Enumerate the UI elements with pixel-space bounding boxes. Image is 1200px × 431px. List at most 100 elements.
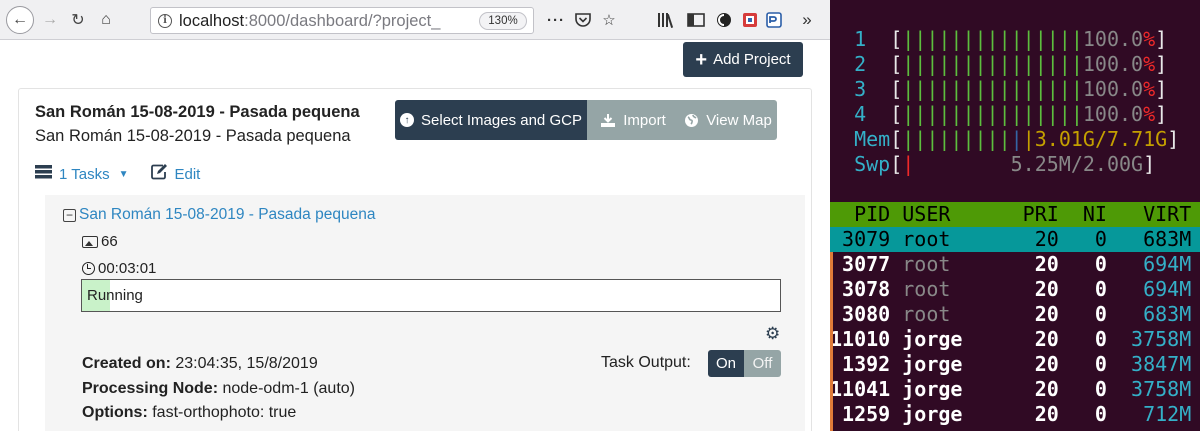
collapse-icon[interactable]: −: [63, 208, 76, 222]
tasks-list-icon: [35, 165, 52, 183]
meter-bracket: [: [890, 77, 903, 101]
extension-icon[interactable]: [714, 8, 734, 32]
process-priority: 20: [998, 277, 1059, 301]
cpu-id: 1: [830, 27, 891, 51]
process-user: root: [902, 227, 999, 251]
zoom-level-button[interactable]: 130%: [479, 12, 527, 30]
process-pid: 11041: [830, 377, 903, 401]
process-priority: 20: [998, 327, 1059, 351]
cpu-bar: |||||||||||||||: [902, 52, 1083, 76]
forward-arrow-icon[interactable]: →: [38, 8, 62, 32]
dashboard-page: + Add Project San Román 15-08-2019 - Pas…: [0, 40, 830, 431]
task-output-toggle[interactable]: On Off: [708, 350, 781, 377]
meter-bracket: ]: [1155, 52, 1168, 76]
meter-bracket: ]: [1155, 27, 1168, 51]
task-header[interactable]: − San Román 15-08-2019 - Pasada pequena: [63, 206, 375, 224]
url-bar[interactable]: i localhost:8000/dashboard/?project_ 130…: [150, 7, 534, 34]
process-row[interactable]: 1259 jorge 20 0 712M: [830, 402, 1200, 427]
task-output-on-button[interactable]: On: [708, 350, 744, 377]
more-dots-icon[interactable]: ···: [544, 8, 568, 32]
project-title: San Román 15-08-2019 - Pasada pequena: [35, 103, 360, 121]
process-priority: 20: [998, 352, 1059, 376]
task-panel: − San Román 15-08-2019 - Pasada pequena …: [45, 195, 805, 431]
add-project-button[interactable]: + Add Project: [683, 42, 803, 77]
meter-bracket: [: [890, 127, 903, 151]
image-icon: [82, 235, 98, 248]
elapsed-time: 00:03:01: [98, 260, 157, 277]
process-priority: 20: [998, 302, 1059, 326]
select-images-button[interactable]: ↑ Select Images and GCP: [395, 100, 587, 140]
url-host: localhost: [179, 12, 245, 30]
mem-value: 3.01G/7.71G: [1034, 127, 1168, 151]
process-priority: 20: [998, 377, 1059, 401]
back-arrow-icon[interactable]: ←: [6, 6, 34, 34]
project-links: 1 Tasks ▼ Edit: [35, 163, 200, 185]
meter-bracket: ]: [1143, 152, 1156, 176]
task-name-link[interactable]: San Román 15-08-2019 - Pasada pequena: [79, 206, 375, 224]
process-row[interactable]: 11041 jorge 20 0 3758M: [830, 377, 1200, 402]
options-label: Options:: [82, 404, 148, 421]
process-pid: 3078: [830, 277, 903, 301]
process-nice: 0: [1058, 252, 1107, 276]
terminal-edge-strip: [830, 252, 833, 431]
browser-window: ← → ↻ ⌂ i localhost:8000/dashboard/?proj…: [0, 0, 830, 431]
cpu-meter-row: 1 [|||||||||||||||100.0%]: [830, 27, 1200, 52]
info-icon[interactable]: i: [158, 14, 172, 28]
extension-icon[interactable]: [764, 8, 784, 32]
extension-icon[interactable]: [740, 8, 760, 32]
cpu-bar: |||||||||||||||: [902, 77, 1083, 101]
process-pid: 1259: [830, 402, 903, 426]
meter-bracket: [: [890, 152, 903, 176]
process-row[interactable]: 3077 root 20 0 694M: [830, 252, 1200, 277]
gear-icon[interactable]: ⚙: [765, 325, 781, 342]
process-row[interactable]: 3080 root 20 0 683M: [830, 302, 1200, 327]
view-map-button[interactable]: View Map: [679, 100, 777, 140]
process-virt: 712M: [1106, 402, 1192, 426]
percent-sign: %: [1143, 27, 1156, 51]
process-user: jorge: [902, 377, 999, 401]
tasks-toggle-link[interactable]: 1 Tasks ▼: [35, 165, 129, 183]
process-nice: 0: [1058, 402, 1107, 426]
pocket-icon[interactable]: [572, 8, 594, 32]
meter-bracket: ]: [1155, 102, 1168, 126]
import-button[interactable]: Import: [587, 100, 679, 140]
mem-cache-bar: |: [1022, 127, 1035, 151]
swap-bar: |: [902, 152, 915, 176]
url-text[interactable]: localhost:8000/dashboard/?project_: [179, 12, 469, 31]
import-label: Import: [623, 111, 666, 129]
meter-bracket: [: [890, 52, 903, 76]
meter-bracket: ]: [1167, 127, 1180, 151]
home-icon[interactable]: ⌂: [94, 8, 118, 32]
add-project-label: Add Project: [713, 51, 791, 68]
library-icon[interactable]: [654, 8, 678, 32]
cpu-id: 2: [830, 52, 891, 76]
cpu-meter-row: 4 [|||||||||||||||100.0%]: [830, 102, 1200, 127]
globe-icon: [684, 113, 699, 128]
swap-label: Swp: [830, 152, 891, 176]
process-nice: 0: [1058, 277, 1107, 301]
created-on-label: Created on:: [82, 355, 171, 372]
process-virt: 694M: [1106, 277, 1192, 301]
mem-label: Mem: [830, 127, 891, 151]
process-virt: 3847M: [1106, 352, 1192, 376]
edit-link[interactable]: Edit: [150, 164, 200, 184]
percent-sign: %: [1143, 77, 1156, 101]
process-nice: 0: [1058, 377, 1107, 401]
meter-bracket: [: [890, 27, 903, 51]
edit-icon: [150, 164, 168, 184]
overflow-icon[interactable]: »: [796, 8, 818, 32]
swap-value: 5.25M/2.00G: [914, 152, 1144, 176]
cpu-meter-row: 2 [|||||||||||||||100.0%]: [830, 52, 1200, 77]
process-row[interactable]: 1392 jorge 20 0 3847M: [830, 352, 1200, 377]
star-icon[interactable]: ☆: [598, 8, 620, 32]
sidebar-icon[interactable]: [684, 8, 708, 32]
process-row[interactable]: 3078 root 20 0 694M: [830, 277, 1200, 302]
reload-icon[interactable]: ↻: [66, 8, 90, 32]
process-row[interactable]: 11010 jorge 20 0 3758M: [830, 327, 1200, 352]
project-description: San Román 15-08-2019 - Pasada pequena: [35, 127, 351, 145]
process-virt: 694M: [1106, 252, 1192, 276]
memory-meter: Mem[|||||||||||3.01G/7.71G]: [830, 127, 1200, 152]
task-output-off-button[interactable]: Off: [744, 350, 781, 377]
process-nice: 0: [1058, 327, 1107, 351]
process-row[interactable]: 3079 root 20 0 683M: [830, 227, 1200, 252]
